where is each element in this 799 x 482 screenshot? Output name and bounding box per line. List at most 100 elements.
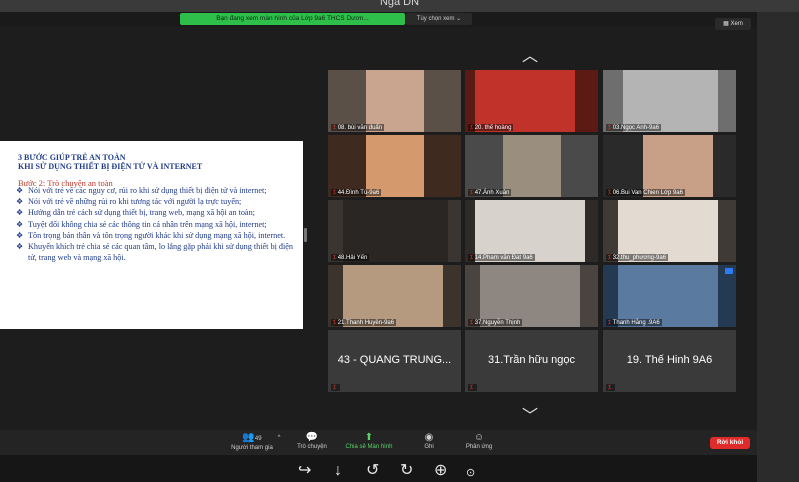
- chat-bubble-icon: 💬: [305, 432, 319, 443]
- side-panel-strip: [757, 12, 799, 482]
- muted-mic-icon: ⁒: [608, 385, 611, 391]
- diamond-bullet-icon: ❖: [16, 186, 24, 195]
- undo-icon[interactable]: ↺: [366, 463, 379, 479]
- participant-tile[interactable]: ⁒ 32.thu_phương-9a6: [603, 200, 736, 262]
- grid-icon: ▦: [723, 21, 731, 27]
- people-icon: 👥: [242, 432, 255, 443]
- participants-count: 49: [254, 436, 262, 442]
- participant-video: [503, 135, 561, 197]
- reactions-label: Phản ứng: [465, 444, 493, 450]
- muted-mic-icon: ⁒: [333, 385, 336, 391]
- slide-bullet: ❖ Nói với trẻ về những rủi ro khi tương t…: [16, 197, 242, 207]
- muted-mic-icon: ⁒: [333, 190, 336, 196]
- participant-name: 19. Thế Hinh 9A6: [626, 354, 713, 366]
- record-button[interactable]: ◉ Ghi: [414, 432, 444, 450]
- scroll-up-chevron-icon[interactable]: ︿: [522, 42, 538, 66]
- view-button[interactable]: ▦ Xem: [715, 18, 751, 30]
- muted-mic-icon: ⁒: [470, 385, 473, 391]
- participant-name: 48.Hải Yến: [337, 255, 368, 261]
- down-arrow-icon[interactable]: ↓: [334, 463, 342, 479]
- participant-tile[interactable]: ⁒ 47.Ánh Xuân: [465, 135, 598, 197]
- scroll-down-chevron-icon[interactable]: ﹀: [522, 402, 538, 426]
- participant-tile[interactable]: 43 - QUANG TRUNG... ⁒: [328, 330, 461, 392]
- slide-bullet: ❖ Tuyệt đối không chia sẻ các thông tin c…: [16, 219, 267, 229]
- participant-name: Thanh Hằng .9A6: [612, 320, 660, 326]
- diamond-bullet-icon: ❖: [16, 219, 24, 229]
- participant-tile[interactable]: ⁒ 06.Bui Van Chien Lớp 9a6: [603, 135, 736, 197]
- screen-share-banner: Bạn đang xem màn hình của Lớp 9a6 THCS D…: [180, 13, 405, 25]
- muted-mic-icon: ⁒: [608, 320, 611, 326]
- shared-slide: 3 BƯỚC GIÚP TRẺ AN TOÀN KHI SỬ DỤNG THIẾ…: [0, 141, 303, 329]
- share-label: Chia sẻ Màn hình: [345, 444, 393, 450]
- participant-name: 32.thu_phương-9a6: [612, 255, 667, 261]
- diamond-bullet-icon: ❖: [16, 241, 24, 251]
- participant-tile[interactable]: ⁒ 08. bùi văn duẩn: [328, 70, 461, 132]
- muted-mic-icon: ⁒: [333, 320, 336, 326]
- redo-icon[interactable]: ↻: [400, 463, 413, 479]
- active-speaker-badge-icon: [725, 268, 733, 274]
- slide-bullet-list: ❖ Nói với trẻ về các nguy cơ, rủi ro khi …: [8, 186, 293, 264]
- participant-video: [618, 200, 718, 262]
- view-button-label: Xem: [730, 21, 743, 27]
- muted-mic-icon: ⁒: [470, 320, 473, 326]
- participant-name: 06.Bui Van Chien Lớp 9a6: [612, 190, 683, 196]
- participant-video: [475, 200, 585, 262]
- participant-name: 14.Pham văn Đat 9a6: [474, 255, 533, 261]
- participant-video: [643, 135, 713, 197]
- participant-name: 44.Đình Tú-9a6: [337, 190, 380, 196]
- participants-button[interactable]: 👥49 Người tham gia: [222, 432, 282, 451]
- muted-mic-icon: ⁒: [608, 190, 611, 196]
- muted-mic-icon: ⁒: [608, 255, 611, 261]
- meeting-toolbar: 👥49 Người tham gia ^ 💬 Trò chuyện ⬆ Chia…: [0, 430, 757, 455]
- participant-tile[interactable]: ⁒ 14.Pham văn Đat 9a6: [465, 200, 598, 262]
- leave-button[interactable]: Rời khỏi: [710, 437, 750, 449]
- share-screen-button[interactable]: ⬆ Chia sẻ Màn hình: [338, 432, 400, 450]
- participant-tile[interactable]: 31.Trần hữu ngọc ⁒: [465, 330, 598, 392]
- participant-tile[interactable]: ⁒ 37.Nguyễn Thịnh: [465, 265, 598, 327]
- participant-video: [343, 265, 443, 327]
- chat-label: Trò chuyện: [297, 444, 327, 450]
- muted-mic-icon: ⁒: [333, 125, 336, 131]
- participant-name: 31.Trần hữu ngọc: [487, 354, 576, 366]
- participant-name: 03.Ngọc Anh-9a6: [612, 125, 660, 131]
- muted-mic-icon: ⁒: [333, 255, 336, 261]
- participant-name: 37.Nguyễn Thịnh: [474, 320, 521, 326]
- participant-tile[interactable]: ⁒ 44.Đình Tú-9a6: [328, 135, 461, 197]
- muted-mic-icon: ⁒: [608, 125, 611, 131]
- panel-resize-handle[interactable]: [304, 228, 307, 242]
- participant-tile[interactable]: ⁒ 03.Ngọc Anh-9a6: [603, 70, 736, 132]
- window-title: Nga DN: [379, 0, 420, 8]
- diamond-bullet-icon: ❖: [16, 197, 24, 207]
- participants-menu-caret-icon[interactable]: ^: [274, 435, 284, 441]
- participant-video: [366, 70, 424, 132]
- participant-tile[interactable]: ⁒ 20. thế hoàng: [465, 70, 598, 132]
- share-arrow-icon: ⬆: [364, 432, 374, 443]
- chat-button[interactable]: 💬 Trò chuyện: [290, 432, 334, 450]
- participant-tile[interactable]: ⁒ Thanh Hằng .9A6: [603, 265, 736, 327]
- participant-video: [480, 265, 580, 327]
- window-titlebar: Nga DN: [0, 0, 799, 12]
- zoom-in-icon[interactable]: ⊕: [434, 463, 447, 479]
- participant-video: [623, 70, 718, 132]
- curved-arrow-icon[interactable]: ↪: [298, 463, 311, 479]
- emoji-add-icon: ☺: [473, 432, 485, 443]
- diamond-bullet-icon: ❖: [16, 230, 24, 240]
- participant-name: 08. bùi văn duẩn: [337, 125, 383, 131]
- slide-title-line1: 3 BƯỚC GIÚP TRẺ AN TOÀN: [18, 153, 126, 162]
- participant-tile[interactable]: ⁒ 21.Thanh Huyền-9a6: [328, 265, 461, 327]
- muted-mic-icon: ⁒: [470, 255, 473, 261]
- participant-tile[interactable]: 19. Thế Hinh 9A6 ⁒: [603, 330, 736, 392]
- slide-bullet: ❖ Hướng dẫn trẻ cách sử dụng thiết bị, tr…: [16, 208, 255, 218]
- participant-video: [475, 70, 575, 132]
- view-options-button[interactable]: Tùy chọn xem ⌄: [406, 13, 472, 25]
- muted-mic-icon: ⁒: [470, 125, 473, 131]
- annotation-toolbar: ↪ ↓ ↺ ↻ ⊕ ⊙: [0, 455, 757, 482]
- muted-mic-icon: ⁒: [470, 190, 473, 196]
- actual-size-icon[interactable]: ⊙: [466, 465, 475, 481]
- participant-name: 20. thế hoàng: [474, 125, 512, 131]
- participants-label: Người tham gia: [231, 445, 273, 451]
- participant-video: [618, 265, 718, 327]
- reactions-button[interactable]: ☺ Phản ứng: [458, 432, 500, 450]
- slide-bullet: ❖ Tôn trọng bản thân và tôn trọng người k…: [16, 230, 286, 240]
- participant-tile[interactable]: ⁒ 48.Hải Yến: [328, 200, 461, 262]
